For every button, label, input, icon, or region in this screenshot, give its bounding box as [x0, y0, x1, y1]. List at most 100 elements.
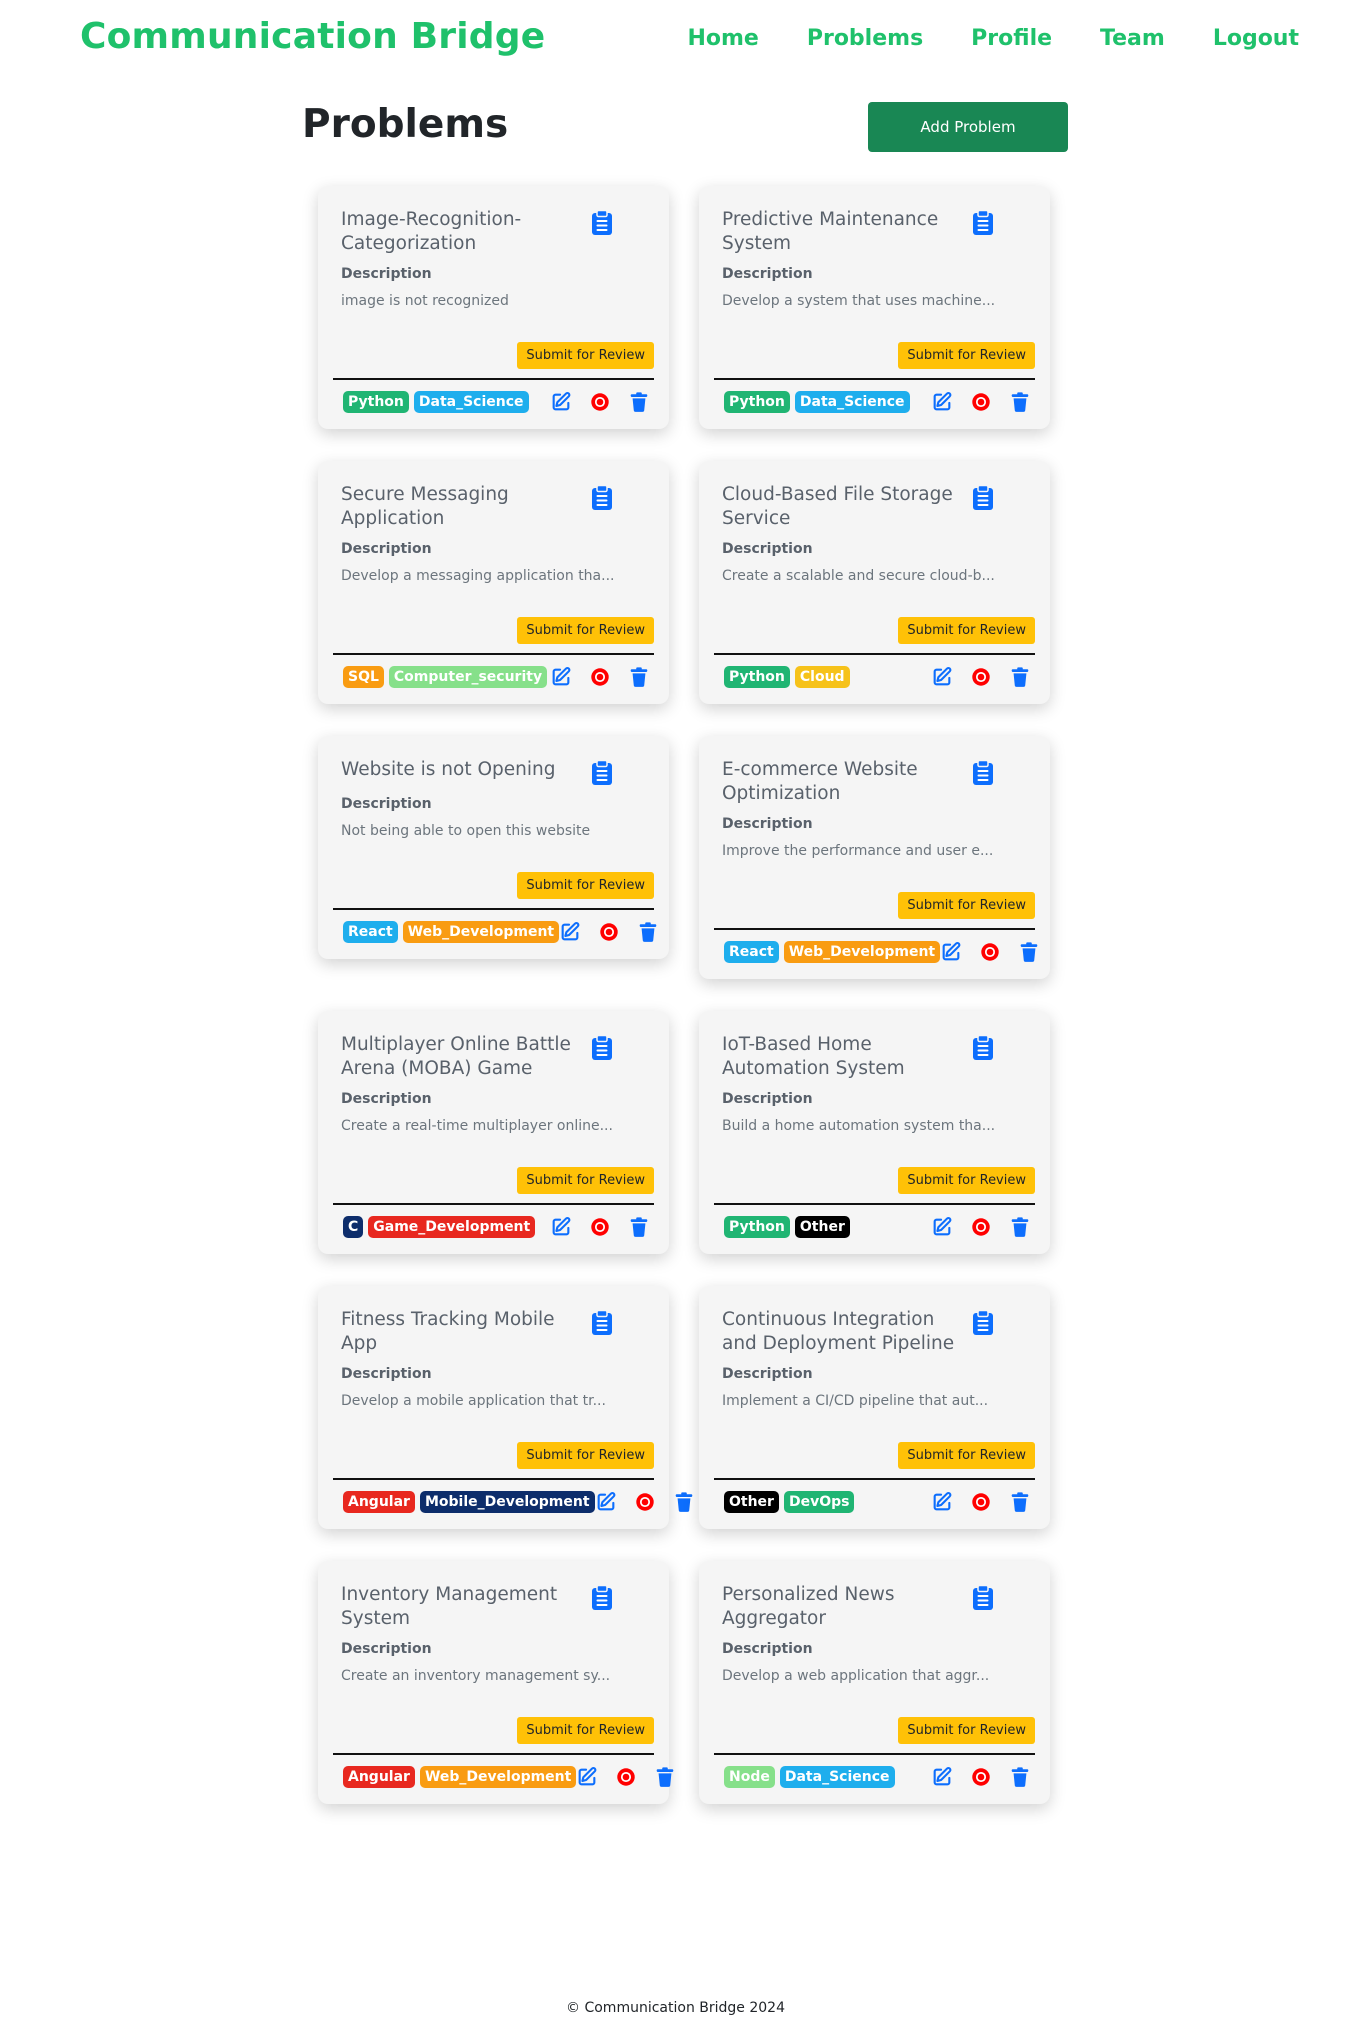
clipboard-icon[interactable] [590, 760, 614, 786]
submit-for-review-button[interactable]: Submit for Review [898, 617, 1035, 644]
clipboard-icon[interactable] [590, 210, 614, 236]
submit-for-review-button[interactable]: Submit for Review [517, 342, 654, 369]
stop-circle-icon[interactable] [589, 391, 611, 413]
trash-icon[interactable] [1009, 666, 1031, 688]
card-divider [714, 378, 1035, 380]
add-problem-button[interactable]: Add Problem [868, 102, 1068, 152]
trash-icon[interactable] [1009, 391, 1031, 413]
edit-icon[interactable] [931, 1216, 953, 1238]
clipboard-icon[interactable] [971, 1035, 995, 1061]
clipboard-icon[interactable] [590, 485, 614, 511]
card-actions [550, 391, 650, 413]
submit-for-review-button[interactable]: Submit for Review [898, 342, 1035, 369]
edit-icon[interactable] [931, 1766, 953, 1788]
submit-for-review-button[interactable]: Submit for Review [898, 1167, 1035, 1194]
card-header: Secure Messaging Application [333, 483, 654, 531]
nav-link-team[interactable]: Team [1100, 26, 1165, 51]
edit-icon[interactable] [576, 1766, 598, 1788]
nav-link-logout[interactable]: Logout [1213, 26, 1299, 51]
card-footer: Python Data_Science [333, 391, 654, 413]
description-label: Description [341, 1641, 432, 1657]
tag-badge: Data_Science [413, 391, 529, 413]
clipboard-icon[interactable] [971, 1310, 995, 1336]
stop-circle-icon[interactable] [970, 1766, 992, 1788]
trash-icon[interactable] [654, 1766, 676, 1788]
submit-row: Submit for Review [714, 1167, 1035, 1194]
edit-icon[interactable] [559, 921, 581, 943]
stop-circle-icon[interactable] [615, 1766, 637, 1788]
card-divider [333, 1478, 654, 1480]
trash-icon[interactable] [1009, 1491, 1031, 1513]
clipboard-icon[interactable] [971, 760, 995, 786]
trash-icon[interactable] [1018, 941, 1040, 963]
problem-description: Not being able to open this website [341, 823, 591, 839]
stop-circle-icon[interactable] [970, 1216, 992, 1238]
clipboard-icon[interactable] [590, 1035, 614, 1061]
submit-for-review-button[interactable]: Submit for Review [517, 1167, 654, 1194]
problem-description: Develop a messaging application tha... [341, 568, 615, 584]
trash-icon[interactable] [628, 666, 650, 688]
problem-card: Cloud-Based File Storage Service Descrip… [699, 461, 1050, 704]
edit-icon[interactable] [550, 666, 572, 688]
description-label: Description [722, 1641, 813, 1657]
submit-for-review-button[interactable]: Submit for Review [517, 617, 654, 644]
card-actions [931, 1766, 1031, 1788]
stop-circle-icon[interactable] [970, 391, 992, 413]
stop-circle-icon[interactable] [598, 921, 620, 943]
submit-row: Submit for Review [714, 892, 1035, 919]
problem-description: Create a scalable and secure cloud-b... [722, 568, 995, 584]
nav-link-problems[interactable]: Problems [807, 26, 923, 51]
stop-circle-icon[interactable] [970, 1491, 992, 1513]
nav-link-home[interactable]: Home [687, 26, 758, 51]
clipboard-icon[interactable] [971, 1585, 995, 1611]
problem-description: Create an inventory management sy... [341, 1668, 611, 1684]
problem-title: Image-Recognition-Categorization [341, 209, 522, 254]
nav-link-profile[interactable]: Profile [971, 26, 1052, 51]
trash-icon[interactable] [637, 921, 659, 943]
brand-logo[interactable]: Communication Bridge [80, 16, 545, 57]
tag-list: SQL Computer_security [343, 666, 548, 688]
edit-icon[interactable] [595, 1491, 617, 1513]
trash-icon[interactable] [1009, 1766, 1031, 1788]
edit-icon[interactable] [940, 941, 962, 963]
edit-icon[interactable] [931, 1491, 953, 1513]
stop-circle-icon[interactable] [970, 666, 992, 688]
submit-for-review-button[interactable]: Submit for Review [898, 1442, 1035, 1469]
stop-circle-icon[interactable] [979, 941, 1001, 963]
stop-circle-icon[interactable] [589, 666, 611, 688]
edit-icon[interactable] [931, 666, 953, 688]
problems-grid: Image-Recognition-Categorization Descrip… [318, 186, 1050, 1836]
submit-for-review-button[interactable]: Submit for Review [517, 872, 654, 899]
tag-badge: C [343, 1216, 364, 1238]
card-header: Predictive Maintenance System [714, 208, 1035, 256]
description-label: Description [722, 266, 813, 282]
trash-icon[interactable] [628, 391, 650, 413]
clipboard-icon[interactable] [971, 210, 995, 236]
clipboard-icon[interactable] [590, 1310, 614, 1336]
trash-icon[interactable] [673, 1491, 695, 1513]
card-footer: Python Cloud [714, 666, 1035, 688]
card-header: IoT-Based Home Automation System [714, 1033, 1035, 1081]
edit-icon[interactable] [931, 391, 953, 413]
card-actions [931, 391, 1031, 413]
submit-row: Submit for Review [333, 617, 654, 644]
submit-for-review-button[interactable]: Submit for Review [517, 1717, 654, 1744]
edit-icon[interactable] [550, 1216, 572, 1238]
card-actions [931, 1216, 1031, 1238]
trash-icon[interactable] [1009, 1216, 1031, 1238]
submit-row: Submit for Review [333, 1717, 654, 1744]
submit-for-review-button[interactable]: Submit for Review [517, 1442, 654, 1469]
card-actions [576, 1766, 676, 1788]
clipboard-icon[interactable] [590, 1585, 614, 1611]
problem-description: Improve the performance and user e... [722, 843, 994, 859]
trash-icon[interactable] [628, 1216, 650, 1238]
stop-circle-icon[interactable] [634, 1491, 656, 1513]
submit-for-review-button[interactable]: Submit for Review [898, 892, 1035, 919]
edit-icon[interactable] [550, 391, 572, 413]
clipboard-icon[interactable] [971, 485, 995, 511]
description-label: Description [341, 1366, 432, 1382]
submit-for-review-button[interactable]: Submit for Review [898, 1717, 1035, 1744]
tag-list: Python Data_Science [724, 391, 910, 413]
stop-circle-icon[interactable] [589, 1216, 611, 1238]
problem-title: IoT-Based Home Automation System [722, 1034, 905, 1079]
